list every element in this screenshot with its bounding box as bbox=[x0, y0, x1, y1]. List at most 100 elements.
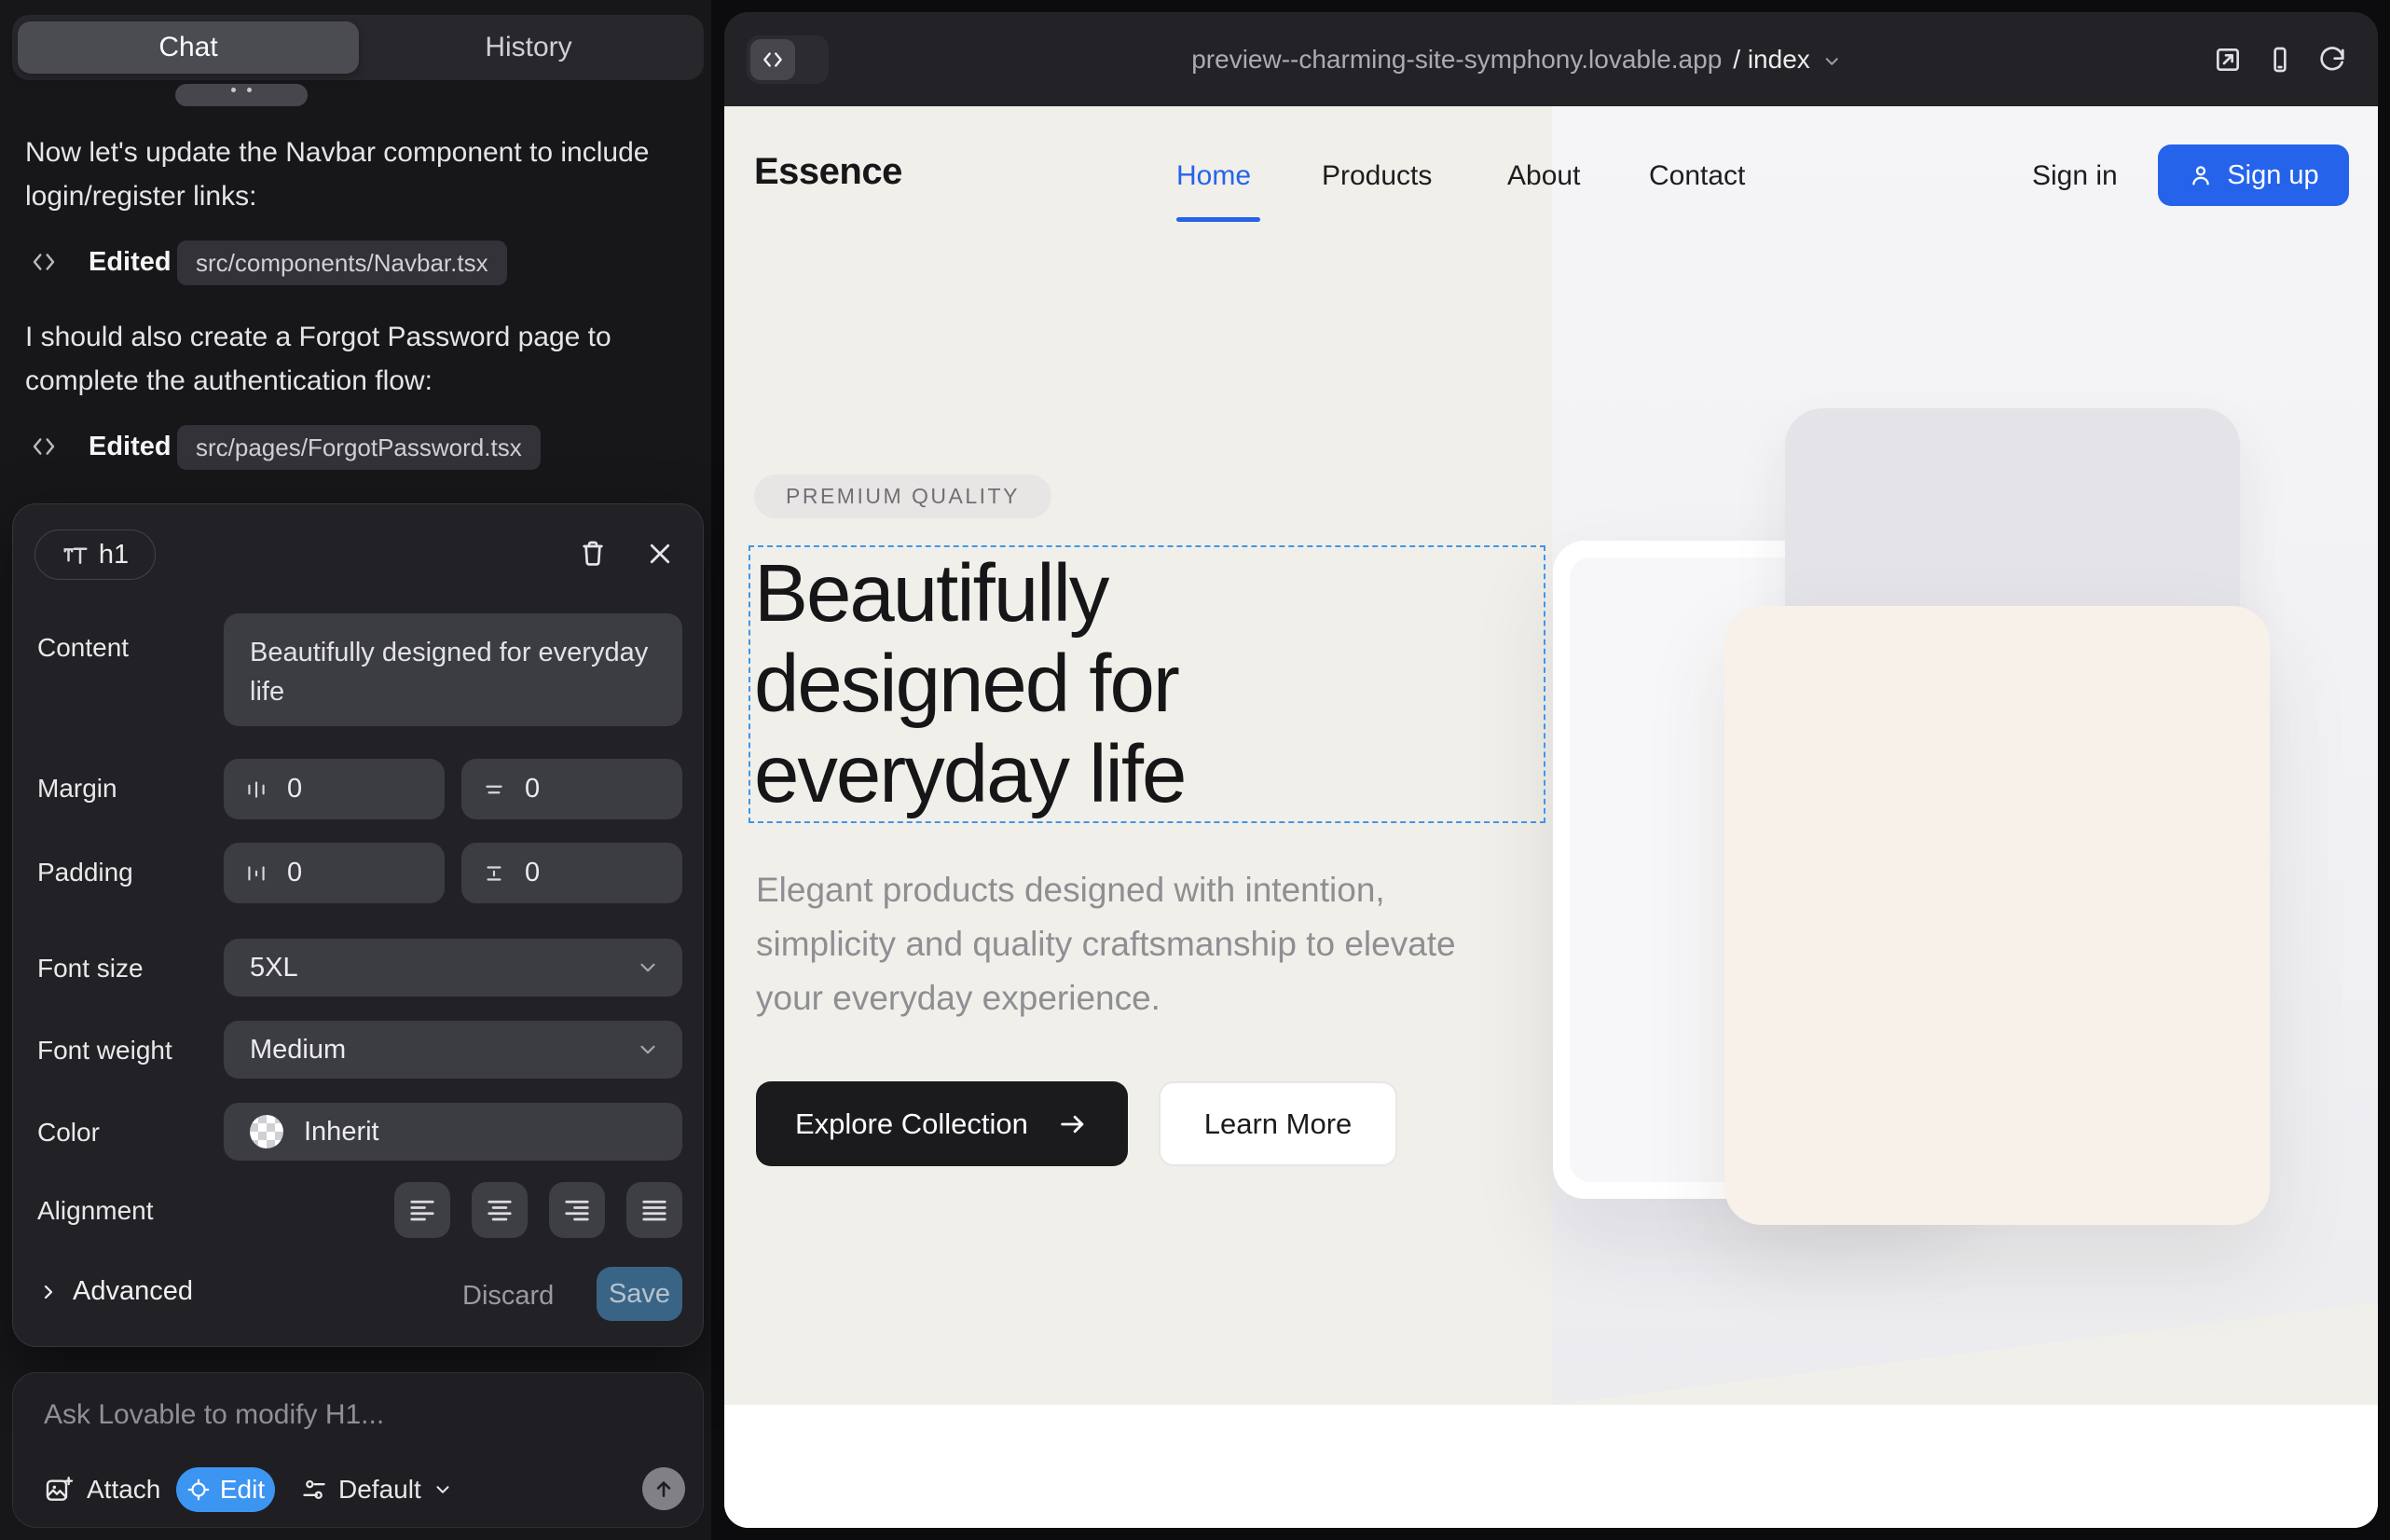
nav-link-about[interactable]: About bbox=[1507, 160, 1580, 192]
edited-file-row: Edited src/pages/ForgotPassword.tsx bbox=[0, 425, 692, 470]
mobile-view-button[interactable] bbox=[2263, 43, 2297, 76]
margin-y-input[interactable]: 0 bbox=[461, 759, 682, 819]
chevron-down-icon bbox=[1821, 51, 1842, 72]
advanced-label: Advanced bbox=[73, 1276, 193, 1307]
tab-chat[interactable]: Chat bbox=[18, 21, 359, 74]
code-toggle-segment[interactable] bbox=[750, 39, 795, 80]
align-left-icon bbox=[408, 1196, 436, 1224]
open-external-button[interactable] bbox=[2211, 43, 2245, 76]
page-bottom-section bbox=[724, 1405, 2378, 1528]
edit-label: Edit bbox=[220, 1475, 265, 1505]
font-weight-select[interactable]: Medium bbox=[224, 1021, 682, 1079]
align-right-button[interactable] bbox=[549, 1182, 605, 1238]
send-button[interactable] bbox=[642, 1467, 685, 1510]
selected-element-pill[interactable]: h1 bbox=[34, 529, 156, 580]
attach-button[interactable]: Attach bbox=[44, 1467, 160, 1512]
site-canvas: Essence Home Products About Contact Sign… bbox=[724, 106, 2378, 1528]
align-left-button[interactable] bbox=[394, 1182, 450, 1238]
premium-badge: PREMIUM QUALITY bbox=[754, 474, 1051, 518]
font-size-value: 5XL bbox=[250, 953, 298, 983]
padding-x-value: 0 bbox=[287, 858, 302, 888]
discard-button[interactable]: Discard bbox=[462, 1281, 554, 1312]
url-path[interactable]: / index bbox=[1733, 45, 1810, 75]
site-logo[interactable]: Essence bbox=[754, 151, 902, 193]
padding-x-input[interactable]: 0 bbox=[224, 843, 445, 903]
sliders-icon bbox=[301, 1477, 327, 1503]
padding-y-value: 0 bbox=[525, 858, 540, 888]
hero-heading-line: Beautifully bbox=[754, 548, 1185, 639]
explore-collection-button[interactable]: Explore Collection bbox=[756, 1081, 1128, 1166]
save-button[interactable]: Save bbox=[597, 1267, 682, 1321]
refresh-button[interactable] bbox=[2315, 43, 2349, 76]
chat-sidebar: Chat History Now let's update the Navbar… bbox=[0, 0, 711, 1540]
preview-window: preview--charming-site-symphony.lovable.… bbox=[724, 12, 2378, 1528]
type-icon bbox=[62, 541, 89, 569]
edited-file-row: Edited src/components/Navbar.tsx bbox=[0, 241, 692, 285]
code-icon bbox=[761, 48, 785, 72]
padding-label: Padding bbox=[37, 858, 133, 887]
margin-vertical-icon bbox=[482, 777, 506, 802]
attach-image-icon bbox=[44, 1475, 74, 1505]
selected-element-tag: h1 bbox=[99, 540, 129, 571]
scrolled-chip bbox=[175, 84, 308, 106]
url-host: preview--charming-site-symphony.lovable.… bbox=[1191, 45, 1722, 75]
nav-home-underline bbox=[1176, 217, 1260, 222]
advanced-toggle[interactable]: Advanced bbox=[37, 1276, 193, 1307]
hero-heading-line: everyday life bbox=[754, 729, 1185, 819]
file-chip[interactable]: src/pages/ForgotPassword.tsx bbox=[177, 425, 541, 470]
chat-composer[interactable]: Ask Lovable to modify H1... Attach Edit … bbox=[12, 1372, 704, 1528]
assistant-message: Now let's update the Navbar component to… bbox=[25, 131, 668, 218]
nav-link-products[interactable]: Products bbox=[1322, 160, 1432, 192]
tab-history[interactable]: History bbox=[359, 21, 698, 74]
close-icon bbox=[646, 540, 674, 568]
file-chip[interactable]: src/components/Navbar.tsx bbox=[177, 241, 507, 285]
learn-more-button[interactable]: Learn More bbox=[1159, 1081, 1397, 1166]
chevron-down-icon bbox=[636, 956, 660, 980]
edit-mode-pill[interactable]: Edit bbox=[176, 1467, 275, 1512]
sign-in-link[interactable]: Sign in bbox=[2032, 160, 2118, 192]
align-justify-button[interactable] bbox=[626, 1182, 682, 1238]
mode-selector[interactable]: Default bbox=[301, 1467, 453, 1512]
align-right-icon bbox=[563, 1196, 591, 1224]
nav-link-home[interactable]: Home bbox=[1176, 160, 1251, 192]
user-icon bbox=[2188, 162, 2214, 188]
padding-horizontal-icon bbox=[244, 861, 268, 886]
element-editor-panel: h1 Content Beautifully designed for ever… bbox=[12, 503, 704, 1347]
color-label: Color bbox=[37, 1118, 100, 1148]
align-center-button[interactable] bbox=[472, 1182, 528, 1238]
code-icon bbox=[30, 433, 58, 461]
code-preview-toggle[interactable] bbox=[747, 35, 829, 84]
arrow-right-icon bbox=[1057, 1108, 1089, 1140]
font-weight-value: Medium bbox=[250, 1035, 346, 1066]
content-label: Content bbox=[37, 633, 129, 663]
font-size-select[interactable]: 5XL bbox=[224, 939, 682, 997]
decor-card-cream bbox=[1724, 606, 2270, 1225]
margin-horizontal-icon bbox=[244, 777, 268, 802]
nav-link-contact[interactable]: Contact bbox=[1649, 160, 1745, 192]
padding-vertical-icon bbox=[482, 861, 506, 886]
preview-url[interactable]: preview--charming-site-symphony.lovable.… bbox=[1191, 12, 1842, 106]
ellipsis-icon bbox=[231, 88, 252, 92]
chat-history-tabs: Chat History bbox=[12, 15, 704, 80]
align-center-icon bbox=[486, 1196, 514, 1224]
composer-placeholder[interactable]: Ask Lovable to modify H1... bbox=[44, 1399, 384, 1431]
mode-label: Default bbox=[338, 1475, 421, 1505]
margin-x-input[interactable]: 0 bbox=[224, 759, 445, 819]
padding-y-input[interactable]: 0 bbox=[461, 843, 682, 903]
color-select[interactable]: Inherit bbox=[224, 1103, 682, 1161]
align-justify-icon bbox=[640, 1196, 668, 1224]
sign-up-button[interactable]: Sign up bbox=[2158, 144, 2349, 206]
hero-heading[interactable]: Beautifully designed for everyday life bbox=[754, 548, 1185, 819]
font-weight-label: Font weight bbox=[37, 1036, 172, 1066]
chevron-right-icon bbox=[37, 1281, 60, 1303]
delete-element-button[interactable] bbox=[574, 535, 611, 572]
color-value: Inherit bbox=[304, 1117, 379, 1148]
trash-icon bbox=[578, 539, 608, 569]
margin-x-value: 0 bbox=[287, 774, 302, 804]
hero-heading-line: designed for bbox=[754, 639, 1185, 729]
content-textarea[interactable]: Beautifully designed for everyday life bbox=[224, 613, 682, 726]
margin-y-value: 0 bbox=[525, 774, 540, 804]
font-size-label: Font size bbox=[37, 954, 144, 983]
edited-label: Edited bbox=[89, 247, 172, 278]
close-editor-button[interactable] bbox=[641, 535, 679, 572]
